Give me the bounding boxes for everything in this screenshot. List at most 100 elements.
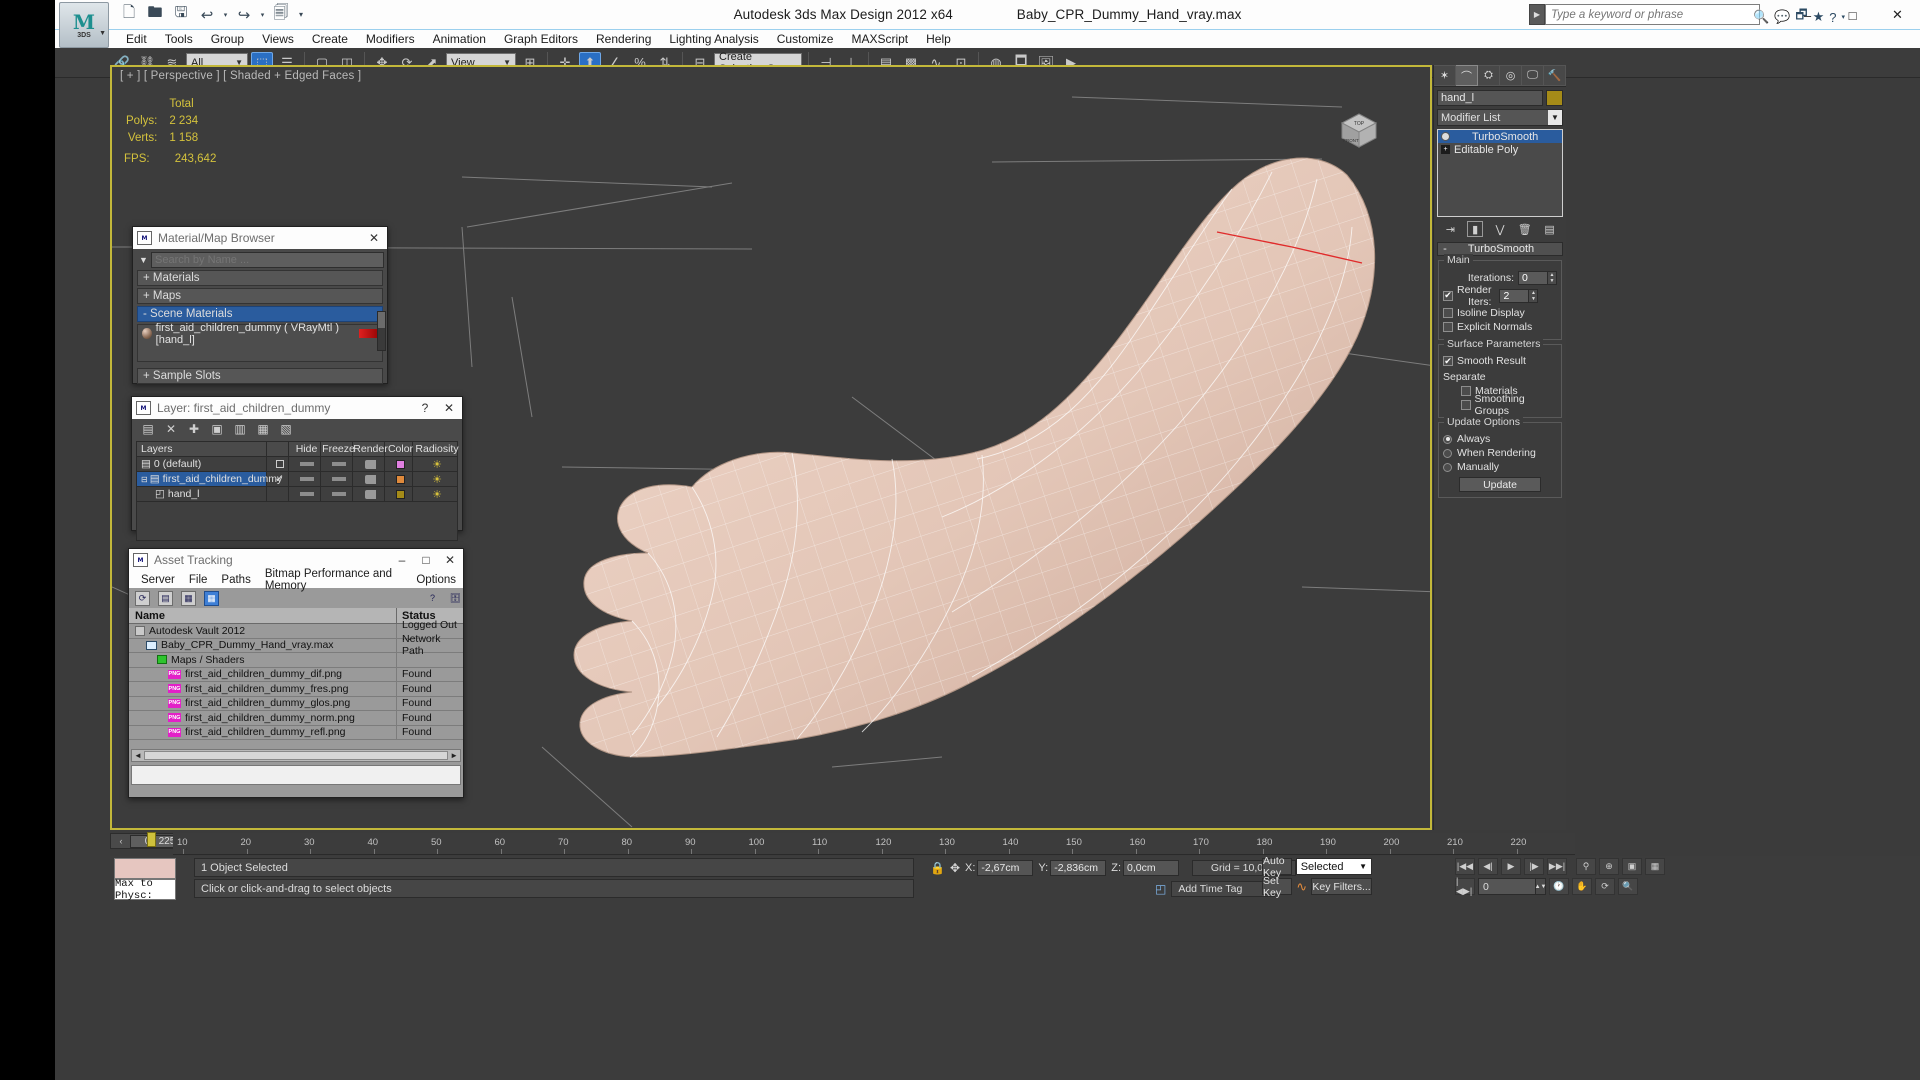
smooth-result-checkbox[interactable]: ✔: [1443, 356, 1453, 366]
delete-layer-icon[interactable]: ✕: [164, 422, 178, 436]
show-end-result-icon[interactable]: ▮: [1467, 221, 1483, 237]
vault-icon[interactable]: 🗄: [448, 591, 463, 606]
modifier-stack[interactable]: TurboSmooth + Editable Poly: [1437, 129, 1563, 217]
scroll-right-icon[interactable]: ►: [450, 751, 458, 760]
table-row[interactable]: ▤ 0 (default) ☀: [137, 457, 457, 472]
radiosity-icon[interactable]: ☀: [413, 472, 457, 486]
search-input[interactable]: [1545, 4, 1760, 25]
spinner-arrows-icon[interactable]: ▲▼: [1536, 878, 1546, 895]
menu-item-group[interactable]: Group: [202, 32, 253, 46]
stack-item-turbosmooth[interactable]: TurboSmooth: [1438, 130, 1562, 143]
search-icon[interactable]: 🔍: [1753, 9, 1769, 25]
close-button[interactable]: ✕: [1875, 0, 1920, 30]
select-objects-in-layer-icon[interactable]: ▣: [210, 422, 224, 436]
asset-menu-file[interactable]: File: [182, 574, 215, 586]
asset-grid-hscrollbar[interactable]: ◄ ►: [131, 749, 461, 762]
refresh-icon[interactable]: ⟳: [135, 591, 150, 606]
layer-grid[interactable]: Layers Hide Freeze Render Color Radiosit…: [136, 441, 458, 541]
list-item[interactable]: first_aid_children_dummy ( VRayMtl ) [ha…: [138, 326, 382, 341]
time-configuration-icon[interactable]: 🕐: [1549, 878, 1569, 895]
adaptive-degradation-icon[interactable]: ◰: [1155, 882, 1166, 896]
current-time-field[interactable]: 0: [1478, 878, 1536, 895]
hide-toggle[interactable]: [289, 472, 321, 486]
modifier-list-dropdown[interactable]: Modifier List ▼: [1437, 109, 1563, 126]
maximize-icon[interactable]: □: [417, 553, 435, 567]
z-value[interactable]: 0,0cm: [1123, 860, 1179, 876]
render-iters-checkbox[interactable]: ✔: [1443, 291, 1453, 301]
group-materials[interactable]: + Materials: [137, 270, 383, 286]
freeze-toggle[interactable]: [321, 457, 353, 471]
auto-key-button[interactable]: Auto Key: [1262, 858, 1292, 875]
collapse-icon[interactable]: ⊟: [141, 475, 148, 484]
update-always-row[interactable]: Always: [1443, 432, 1557, 446]
configure-modifier-sets-icon[interactable]: ▤: [1542, 221, 1558, 237]
render-toggle[interactable]: [353, 487, 385, 501]
x-value[interactable]: -2,67cm: [977, 860, 1033, 876]
go-to-end-icon[interactable]: ▶▶|: [1547, 858, 1567, 875]
tab-motion[interactable]: ◎: [1500, 65, 1522, 86]
hide-toggle[interactable]: [289, 487, 321, 501]
expand-icon[interactable]: +: [1441, 145, 1450, 154]
asset-menu-options[interactable]: Options: [409, 574, 463, 586]
update-manually-radio[interactable]: [1443, 463, 1452, 472]
asset-tracking-dialog[interactable]: M Asset Tracking – □ ✕ ServerFilePathsBi…: [128, 548, 464, 798]
update-when-rendering-radio[interactable]: [1443, 449, 1452, 458]
freeze-toggle[interactable]: [321, 487, 353, 501]
menu-item-help[interactable]: Help: [917, 32, 960, 46]
table-row[interactable]: Baby_CPR_Dummy_Hand_vray.maxNetwork Path: [129, 639, 463, 654]
menu-item-lighting-analysis[interactable]: Lighting Analysis: [660, 32, 767, 46]
minimize-icon[interactable]: –: [393, 553, 411, 567]
pin-stack-icon[interactable]: ⇥: [1442, 221, 1458, 237]
tab-create[interactable]: ✶: [1434, 65, 1456, 86]
menu-item-edit[interactable]: Edit: [117, 32, 156, 46]
grid-view-icon[interactable]: ▦: [204, 591, 219, 606]
table-row[interactable]: Maps / Shaders: [129, 653, 463, 668]
material-search-input[interactable]: [151, 252, 384, 268]
z-coordinate[interactable]: Z: 0,0cm: [1111, 860, 1179, 876]
time-slider-handle[interactable]: [147, 832, 156, 847]
maximize-button[interactable]: □: [1830, 0, 1875, 30]
search-dropdown-icon[interactable]: ▶: [1529, 4, 1545, 25]
zoom-icon[interactable]: 🔍: [1618, 878, 1638, 895]
close-icon[interactable]: ✕: [440, 401, 458, 415]
table-row[interactable]: ◰ hand_l ☀: [137, 487, 457, 502]
render-toggle[interactable]: [353, 457, 385, 471]
table-row[interactable]: PNGfirst_aid_children_dummy_dif.pngFound: [129, 668, 463, 683]
prev-frame-icon[interactable]: ‹: [115, 836, 127, 846]
smooth-result-row[interactable]: ✔ Smooth Result: [1443, 354, 1557, 368]
layer-grid-empty-area[interactable]: [137, 502, 457, 540]
radiosity-icon[interactable]: ☀: [413, 457, 457, 471]
menu-item-rendering[interactable]: Rendering: [587, 32, 660, 46]
group-scene-materials[interactable]: - Scene Materials: [137, 306, 383, 322]
minimize-button[interactable]: –: [1785, 0, 1830, 30]
timeline-ruler[interactable]: 1020304050607080901001101201301401501601…: [173, 833, 1575, 855]
orbit-icon[interactable]: ⟳: [1595, 878, 1615, 895]
table-row[interactable]: PNGfirst_aid_children_dummy_refl.pngFoun…: [129, 726, 463, 741]
key-filters-button[interactable]: Key Filters...: [1311, 878, 1372, 895]
current-layer-checkbox[interactable]: [267, 487, 289, 501]
close-icon[interactable]: ✕: [365, 231, 383, 245]
spinner-arrows-icon[interactable]: ▲▼: [1529, 289, 1538, 303]
update-always-radio[interactable]: [1443, 435, 1452, 444]
make-unique-icon[interactable]: ⋁: [1492, 221, 1508, 237]
table-row[interactable]: PNGfirst_aid_children_dummy_fres.pngFoun…: [129, 682, 463, 697]
menu-item-tools[interactable]: Tools: [156, 32, 202, 46]
table-row[interactable]: PNGfirst_aid_children_dummy_norm.pngFoun…: [129, 711, 463, 726]
close-icon[interactable]: ✕: [441, 553, 459, 567]
zoom-region-icon[interactable]: ▣: [1622, 858, 1642, 875]
asset-menu-bitmap-performance-and-memory[interactable]: Bitmap Performance and Memory: [258, 568, 410, 592]
separate-materials-checkbox[interactable]: [1461, 386, 1471, 396]
table-row[interactable]: PNGfirst_aid_children_dummy_glos.pngFoun…: [129, 697, 463, 712]
layer-color-swatch[interactable]: [385, 472, 413, 486]
layer-properties-icon[interactable]: ▧: [279, 422, 293, 436]
previous-frame-icon[interactable]: ◀|: [1478, 858, 1498, 875]
menu-item-create[interactable]: Create: [303, 32, 357, 46]
iterations-spinner[interactable]: 0 ▲▼: [1518, 271, 1557, 285]
y-value[interactable]: -2,836cm: [1050, 860, 1106, 876]
x-coordinate[interactable]: X: -2,67cm: [965, 860, 1033, 876]
current-layer-checkbox[interactable]: [267, 457, 289, 471]
pan-view-icon[interactable]: ✋: [1572, 878, 1592, 895]
object-color-swatch[interactable]: [1546, 90, 1563, 106]
scene-materials-list[interactable]: first_aid_children_dummy ( VRayMtl ) [ha…: [137, 324, 383, 362]
hide-toggle[interactable]: [289, 457, 321, 471]
